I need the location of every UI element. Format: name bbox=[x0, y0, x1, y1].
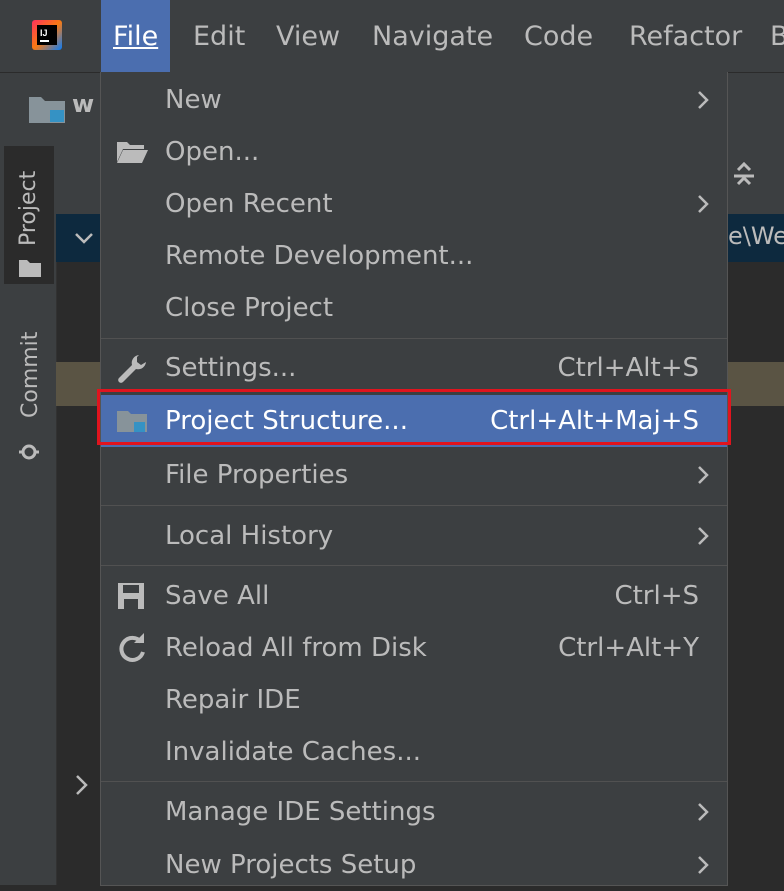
chevron-down-icon[interactable] bbox=[74, 230, 94, 246]
menu-item-repair-ide[interactable]: Repair IDE bbox=[101, 674, 727, 726]
menu-view[interactable]: View bbox=[276, 0, 340, 72]
wrench-icon bbox=[118, 355, 146, 383]
submenu-arrow-icon bbox=[698, 91, 709, 109]
menu-code[interactable]: Code bbox=[524, 0, 593, 72]
submenu-arrow-icon bbox=[698, 527, 709, 545]
menu-build[interactable]: B bbox=[770, 0, 784, 72]
commit-tool-tab[interactable]: Commit bbox=[4, 330, 54, 470]
chevron-right-icon[interactable] bbox=[74, 774, 90, 796]
project-tool-tab[interactable]: Project bbox=[4, 146, 54, 284]
menu-separator bbox=[101, 781, 727, 782]
menu-item-file-properties[interactable]: File Properties bbox=[101, 449, 727, 501]
submenu-arrow-icon bbox=[698, 803, 709, 821]
menu-item-new-projects-setup[interactable]: New Projects Setup bbox=[101, 839, 727, 891]
commit-icon bbox=[19, 444, 39, 460]
folder-icon bbox=[19, 260, 41, 277]
menu-item-local-history[interactable]: Local History bbox=[101, 510, 727, 562]
menu-separator bbox=[101, 505, 727, 506]
menu-refactor[interactable]: Refactor bbox=[629, 0, 742, 72]
menu-item-open[interactable]: Open... bbox=[101, 126, 727, 178]
menu-separator bbox=[101, 565, 727, 566]
save-icon bbox=[118, 583, 144, 609]
submenu-arrow-icon bbox=[698, 856, 709, 874]
commit-tab-label: Commit bbox=[18, 331, 43, 418]
project-tab-label: Project bbox=[16, 170, 41, 246]
project-name[interactable]: w bbox=[72, 90, 94, 118]
folder-open-icon bbox=[117, 142, 148, 163]
submenu-arrow-icon bbox=[698, 195, 709, 213]
menu-item-remote-development[interactable]: Remote Development... bbox=[101, 230, 727, 282]
menu-file[interactable]: File bbox=[101, 0, 171, 72]
menu-item-new[interactable]: New bbox=[101, 74, 727, 126]
annotation-highlight-box bbox=[97, 389, 731, 445]
collapse-all-icon[interactable] bbox=[732, 162, 756, 190]
menu-item-open-recent[interactable]: Open Recent bbox=[101, 178, 727, 230]
menu-item-settings[interactable]: Settings... Ctrl+Alt+S bbox=[101, 342, 727, 394]
file-menu-dropdown: New Open... Open Recent Remote Developme… bbox=[100, 72, 728, 886]
menu-navigate[interactable]: Navigate bbox=[372, 0, 493, 72]
menu-item-close-project[interactable]: Close Project bbox=[101, 282, 727, 334]
project-folder-icon bbox=[29, 97, 65, 123]
menu-item-reload-all[interactable]: Reload All from Disk Ctrl+Alt+Y bbox=[101, 622, 727, 674]
path-fragment: e\We bbox=[728, 222, 784, 250]
reload-icon bbox=[119, 633, 145, 662]
menu-item-manage-ide-settings[interactable]: Manage IDE Settings bbox=[101, 786, 727, 838]
menu-edit[interactable]: Edit bbox=[193, 0, 245, 72]
menu-item-invalidate-caches[interactable]: Invalidate Caches... bbox=[101, 726, 727, 778]
svg-text:IJ: IJ bbox=[40, 28, 48, 38]
submenu-arrow-icon bbox=[698, 466, 709, 484]
intellij-logo-icon[interactable]: IJ bbox=[32, 20, 62, 50]
menu-separator bbox=[101, 338, 727, 339]
menu-item-save-all[interactable]: Save All Ctrl+S bbox=[101, 570, 727, 622]
main-menubar: IJ File Edit View Navigate Code Refactor… bbox=[0, 0, 784, 73]
